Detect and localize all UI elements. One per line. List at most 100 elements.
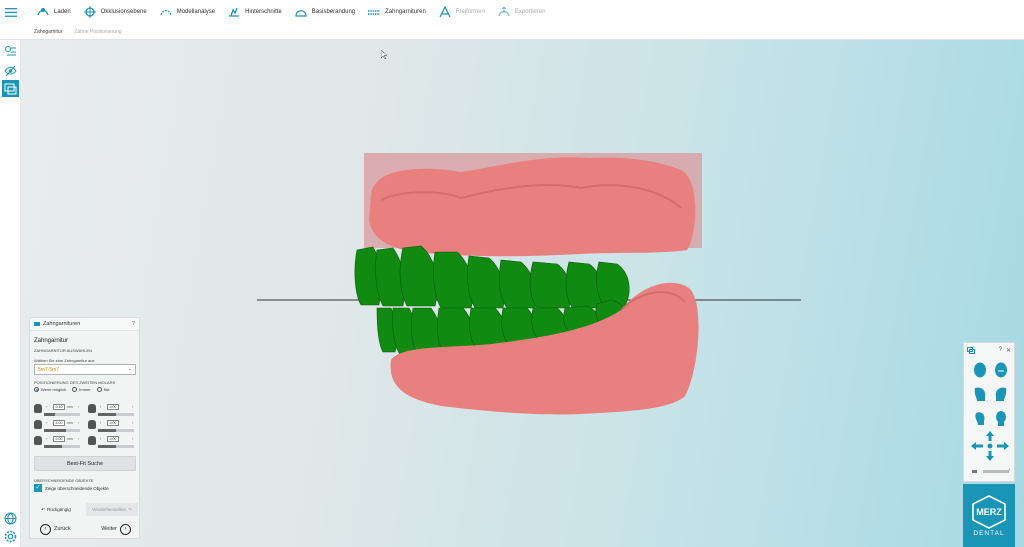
slider[interactable] <box>98 429 134 432</box>
decrement-arrow[interactable]: ‹ <box>46 404 47 409</box>
view-left-face-icon[interactable] <box>969 384 990 404</box>
jaw-model-render[interactable] <box>21 40 1024 547</box>
section-heading-molar: POSITIONIERUNG DES ZWEITEN MOLARS <box>34 380 116 385</box>
radio-wenn-moeglich[interactable]: Wenn möglich <box>34 387 66 392</box>
slider[interactable] <box>98 413 134 416</box>
subtab-zahngarnitur[interactable]: Zahngarnitur <box>34 29 62 35</box>
eye-icon <box>4 65 17 77</box>
toolbar-exportieren-button[interactable]: Exportieren <box>491 0 552 24</box>
rotation-control[interactable]: ‹ 0.00 › <box>88 420 138 434</box>
undo-button[interactable]: ↶ Rückgängig <box>30 503 82 516</box>
radio-nie[interactable]: Nie <box>96 387 110 392</box>
base-outline-icon <box>295 10 307 17</box>
slider[interactable] <box>44 445 80 448</box>
view-front-face-icon[interactable] <box>969 360 990 380</box>
subtab-zaehne-positionierung[interactable]: Zähne Positionierung <box>74 29 121 35</box>
help-icon[interactable]: ? <box>999 347 1002 354</box>
rotation-control[interactable]: ‹ 0.00 › <box>88 404 138 418</box>
top-toolbar: Laden Okklusionsebene Modellanalyse Hint… <box>0 0 1024 24</box>
toolbar-modellanalyse-button[interactable]: Modellanalyse <box>153 0 221 24</box>
chevron-down-icon: ⌄ <box>127 366 132 372</box>
increment-arrow[interactable]: › <box>78 404 79 409</box>
undo-icon: ↶ <box>41 506 45 512</box>
view-bottom-face-icon[interactable] <box>990 408 1011 428</box>
toolbar-freiformen-button[interactable]: Freiformen <box>432 0 491 24</box>
back-button[interactable]: ‹ Zurück <box>40 523 71 535</box>
rail-settings-button[interactable] <box>2 528 19 545</box>
head-icon <box>88 420 96 429</box>
toolbar-zahngarnituren-button[interactable]: Zahngarnituren <box>361 0 432 24</box>
position-control[interactable]: ‹ 4.00 mm › <box>34 420 84 434</box>
next-button[interactable]: Weiter › <box>101 523 131 535</box>
view-top-face-icon[interactable] <box>969 408 990 428</box>
checkbox-label: Zeige überschneidende Objekte <box>45 485 109 491</box>
radio-immer[interactable]: Immer <box>72 387 91 392</box>
increment-arrow[interactable]: › <box>132 436 133 441</box>
help-icon[interactable]: ? <box>132 321 135 327</box>
redo-button[interactable]: Wiederherstellen ↷ <box>86 503 138 516</box>
rail-globe-button[interactable] <box>2 510 19 527</box>
view-back-face-icon[interactable] <box>990 360 1011 380</box>
increment-arrow[interactable]: › <box>78 436 79 441</box>
menu-icon[interactable] <box>0 0 22 24</box>
toolbar-label: Basisberandung <box>311 9 356 15</box>
decrement-arrow[interactable]: ‹ <box>100 436 101 441</box>
panel-header: Zahngarnituren ? <box>30 318 139 331</box>
position-control[interactable]: ‹ 0.10 mm › <box>34 404 84 418</box>
view-right-face-icon[interactable] <box>990 384 1011 404</box>
dropdown-value: 5m7-5m7 <box>38 367 60 373</box>
panel-title: Zahngarnituren <box>43 321 81 327</box>
section-heading-overlap: ÜBERSCHNEIDENDE OBJEKTE <box>34 478 94 483</box>
rail-list-button[interactable] <box>2 43 19 60</box>
checkbox-checked-icon[interactable]: ✓ <box>34 484 42 492</box>
redo-icon: ↷ <box>127 506 132 512</box>
decrement-arrow[interactable]: ‹ <box>46 436 47 441</box>
increment-arrow[interactable]: › <box>132 420 133 425</box>
logo-subtitle: DENTAL <box>973 529 1005 537</box>
value-field[interactable]: 0.00 <box>107 404 119 410</box>
head-icon <box>34 436 42 445</box>
value-field[interactable]: 0.00 <box>107 436 119 442</box>
tooth-sets-icon <box>4 83 17 95</box>
position-control[interactable]: ‹ 0.00 mm › <box>34 436 84 450</box>
value-field[interactable]: 4.00 <box>53 420 65 426</box>
decrement-arrow[interactable]: ‹ <box>46 420 47 425</box>
logo-hexagon: MERZ <box>972 494 1006 529</box>
value-field[interactable]: 0.10 <box>53 404 65 410</box>
section-title: Zahngarnitur <box>34 338 69 344</box>
slider[interactable] <box>44 429 80 432</box>
rotation-control[interactable]: ‹ 0.00 › <box>88 436 138 450</box>
rail-tooth-sets-button[interactable] <box>2 80 19 97</box>
value-field[interactable]: 0.00 <box>107 420 119 426</box>
rail-visibility-button[interactable] <box>2 62 19 79</box>
slider[interactable] <box>98 445 134 448</box>
slider[interactable] <box>44 413 80 416</box>
toolbar-laden-button[interactable]: Laden <box>30 0 77 24</box>
increment-arrow[interactable]: › <box>78 420 79 425</box>
increment-arrow[interactable]: › <box>132 404 133 409</box>
toolbar-label: Modellanalyse <box>176 9 216 15</box>
toolbar-label: Laden <box>54 9 71 15</box>
toolbar-basisberandung-button[interactable]: Basisberandung <box>288 0 361 24</box>
view-zoom-slider[interactable]: ▸ <box>969 467 1011 475</box>
head-icon <box>88 404 96 413</box>
toolbar-hinterschnitte-button[interactable]: Hinterschnitte <box>221 0 288 24</box>
3d-viewport[interactable] <box>21 40 1024 547</box>
tooth-set-dropdown[interactable]: 5m7-5m7 ⌄ <box>34 364 136 375</box>
tooth-sets-panel: Zahngarnituren ? Zahngarnitur ZAHNGARNIT… <box>29 317 140 539</box>
merz-dental-logo: MERZ DENTAL <box>963 484 1015 547</box>
occlusion-plane-icon <box>83 6 96 18</box>
mouse-cursor-icon <box>381 50 387 59</box>
gear-icon <box>4 530 17 543</box>
toolbar-okklusionsebene-button[interactable]: Okklusionsebene <box>77 0 153 24</box>
head-icon <box>34 404 42 413</box>
view-pan-arrows-icon[interactable] <box>969 429 1011 463</box>
decrement-arrow[interactable]: ‹ <box>100 404 101 409</box>
best-fit-search-button[interactable]: Best-Fit Suche <box>34 456 136 471</box>
breadcrumb: Zahngarnitur Zähne Positionierung <box>0 24 1024 40</box>
decrement-arrow[interactable]: ‹ <box>100 420 101 425</box>
panel-collapse-icon[interactable] <box>34 322 40 326</box>
show-overlap-checkbox[interactable]: ✓ Zeige überschneidende Objekte <box>34 484 109 492</box>
value-field[interactable]: 0.00 <box>53 436 65 442</box>
close-icon[interactable]: ✕ <box>1006 347 1011 354</box>
